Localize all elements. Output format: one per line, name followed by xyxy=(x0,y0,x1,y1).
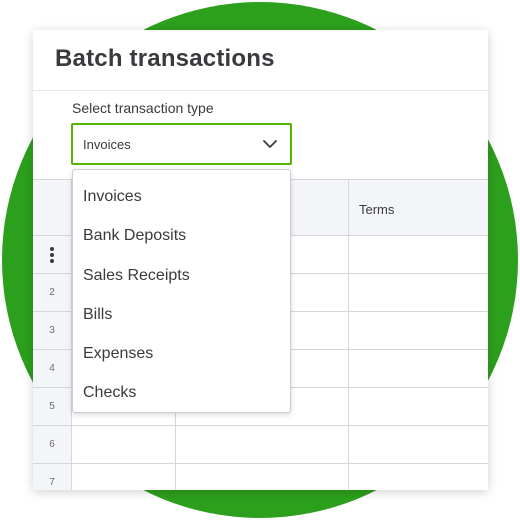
table-row[interactable]: 7 xyxy=(33,464,488,490)
column-header-terms: Terms xyxy=(359,202,395,217)
option-invoices[interactable]: Invoices xyxy=(73,177,290,216)
option-bank-deposits[interactable]: Bank Deposits xyxy=(73,216,290,255)
batch-transactions-panel: Batch transactions Select transaction ty… xyxy=(33,30,488,490)
row-number: 6 xyxy=(33,426,71,463)
row-number: 3 xyxy=(33,312,71,349)
option-expenses[interactable]: Expenses xyxy=(73,334,290,373)
row-number: 5 xyxy=(33,388,71,425)
page-header: Batch transactions xyxy=(33,30,488,91)
row-number: 2 xyxy=(33,274,71,311)
page-title: Batch transactions xyxy=(55,45,275,72)
row-number: 7 xyxy=(33,464,71,490)
column-divider xyxy=(348,179,349,490)
option-bills[interactable]: Bills xyxy=(73,295,290,334)
transaction-type-select[interactable]: Invoices xyxy=(71,123,292,165)
row-number: 4 xyxy=(33,350,71,387)
transaction-type-label: Select transaction type xyxy=(72,100,214,116)
option-sales-receipts[interactable]: Sales Receipts xyxy=(73,256,290,295)
row-menu[interactable] xyxy=(33,236,71,273)
table-row[interactable]: 6 xyxy=(33,426,488,464)
chevron-down-icon xyxy=(263,140,277,148)
selected-value: Invoices xyxy=(83,137,131,152)
transaction-type-dropdown: Invoices Bank Deposits Sales Receipts Bi… xyxy=(72,169,291,413)
kebab-menu-icon[interactable] xyxy=(50,246,54,263)
option-checks[interactable]: Checks xyxy=(73,373,290,412)
